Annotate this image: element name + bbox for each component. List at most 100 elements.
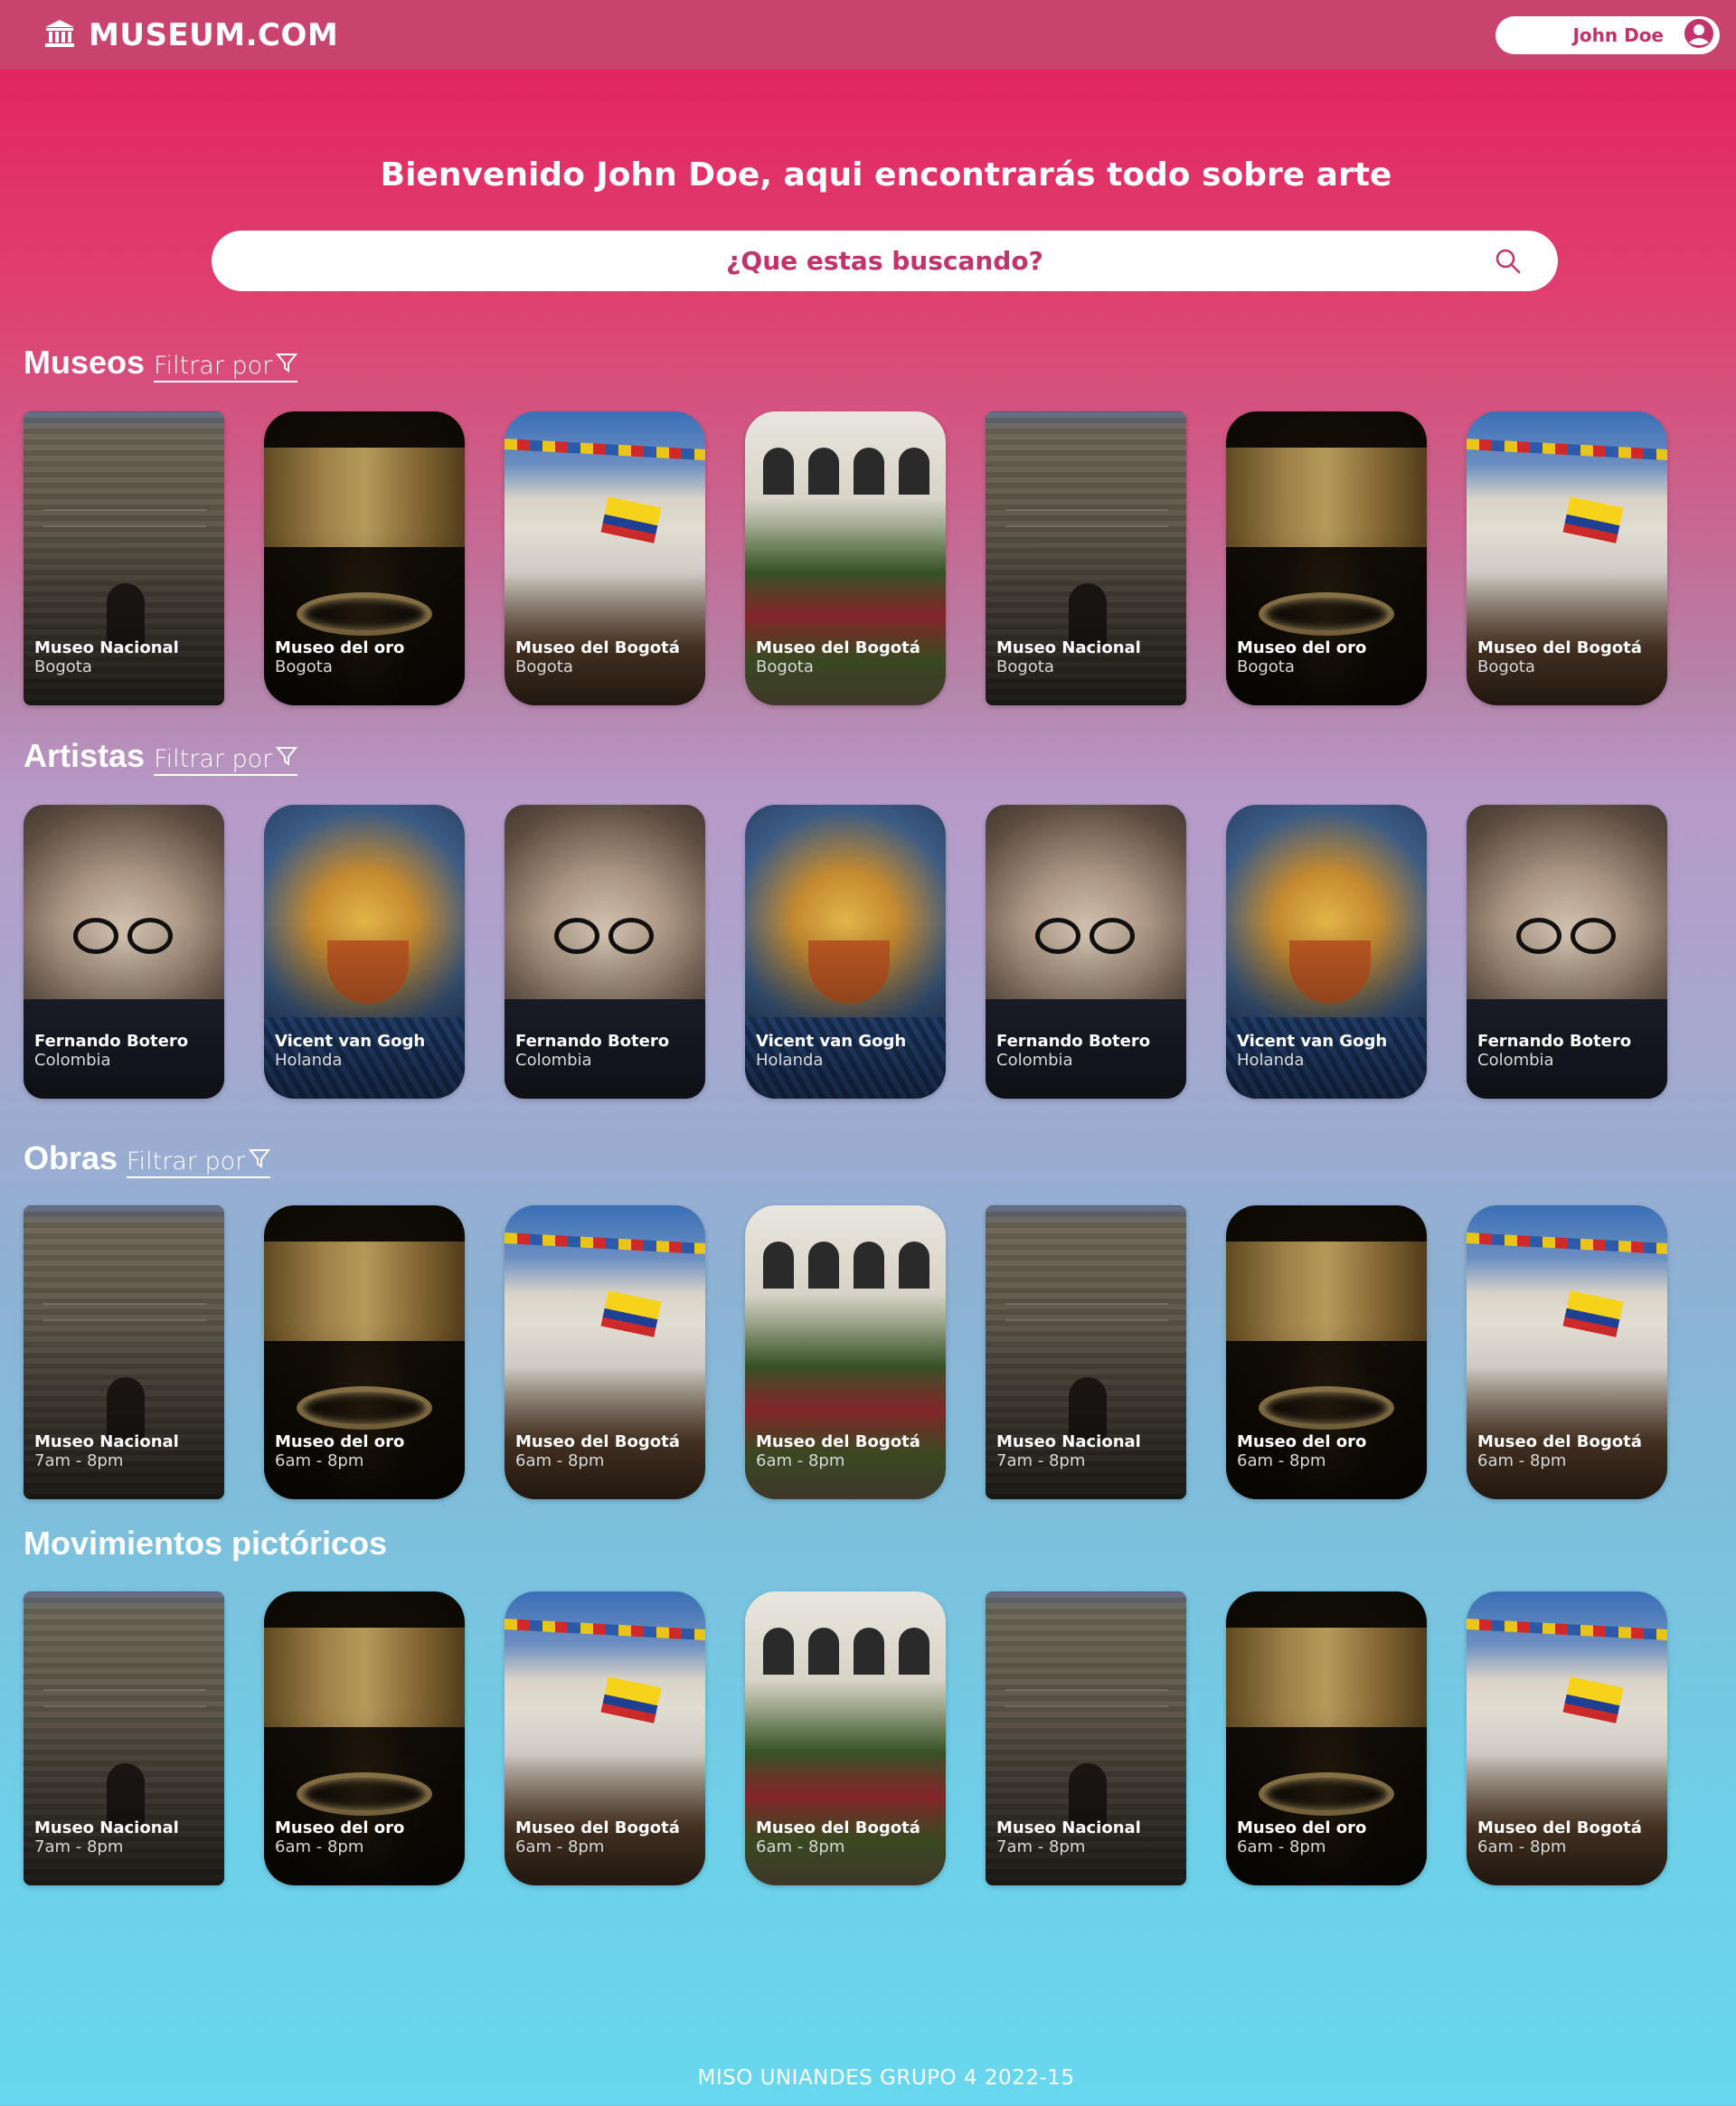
card-subtitle: Bogota (34, 657, 92, 676)
card-subtitle: 6am - 8pm (1237, 1837, 1326, 1856)
card-subtitle: 6am - 8pm (1477, 1451, 1567, 1470)
card-title: Vicent van Gogh (756, 1032, 907, 1051)
card-title: Museo del Bogotá (515, 1818, 680, 1837)
card-subtitle: 6am - 8pm (1477, 1837, 1567, 1856)
filter-icon (276, 745, 298, 773)
card-title: Fernando Botero (996, 1032, 1151, 1051)
card-subtitle: Bogota (275, 657, 333, 676)
card-artwork[interactable]: Museo del Bogotá 6am - 8pm (1467, 1205, 1667, 1499)
brand-logo[interactable]: MUSEUM.COM (43, 17, 338, 53)
card-title: Museo Nacional (34, 1818, 179, 1837)
filter-button[interactable]: Filtrar por (154, 745, 298, 776)
filter-button[interactable]: Filtrar por (127, 1147, 271, 1178)
card-title: Museo Nacional (34, 1432, 179, 1451)
filter-label: Filtrar por (154, 352, 273, 380)
card-museum[interactable]: Museo Nacional Bogota (986, 411, 1186, 705)
card-title: Museo del oro (275, 1818, 405, 1837)
card-movement[interactable]: Museo del Bogotá 6am - 8pm (1467, 1591, 1667, 1885)
artistas-row: Fernando Botero Colombia Vicent van Gogh H… (24, 805, 1667, 1099)
card-title: Museo Nacional (996, 1432, 1141, 1451)
card-subtitle: Colombia (1477, 1051, 1554, 1070)
filter-icon (249, 1147, 271, 1176)
card-museum[interactable]: Museo del Bogotá Bogota (505, 411, 705, 705)
card-museum[interactable]: Museo del oro Bogota (264, 411, 465, 705)
card-museum[interactable]: Museo del oro Bogota (1226, 411, 1427, 705)
card-subtitle: 7am - 8pm (996, 1837, 1086, 1856)
card-movement[interactable]: Museo Nacional 7am - 8pm (24, 1591, 224, 1885)
section-obras-header: Obras Filtrar por (24, 1139, 271, 1178)
card-title: Vicent van Gogh (1237, 1032, 1388, 1051)
card-subtitle: Bogota (515, 657, 573, 676)
card-title: Vicent van Gogh (275, 1032, 426, 1051)
card-title: Museo del Bogotá (515, 638, 680, 657)
card-subtitle: 7am - 8pm (34, 1451, 124, 1470)
movimientos-row: Museo Nacional 7am - 8pm Museo del oro 6am… (24, 1591, 1667, 1885)
card-subtitle: 7am - 8pm (996, 1451, 1086, 1470)
card-artist[interactable]: Vicent van Gogh Holanda (745, 805, 946, 1099)
card-subtitle: 6am - 8pm (275, 1837, 364, 1856)
section-title: Artistas (24, 737, 146, 774)
card-subtitle: Holanda (756, 1051, 824, 1070)
card-movement[interactable]: Museo del Bogotá 6am - 8pm (745, 1591, 946, 1885)
card-title: Museo del Bogotá (1477, 1432, 1642, 1451)
card-title: Fernando Botero (34, 1032, 189, 1051)
card-subtitle: Holanda (1237, 1051, 1305, 1070)
card-subtitle: 7am - 8pm (34, 1837, 124, 1856)
search-input[interactable]: ¿Que estas buscando? (726, 246, 1043, 276)
card-subtitle: Colombia (34, 1051, 111, 1070)
card-artist[interactable]: Fernando Botero Colombia (986, 805, 1186, 1099)
card-title: Museo del oro (1237, 638, 1367, 657)
card-movement[interactable]: Museo Nacional 7am - 8pm (986, 1591, 1186, 1885)
welcome-heading: Bienvenido John Doe, aqui encontrarás to… (380, 156, 1392, 194)
card-artwork[interactable]: Museo del oro 6am - 8pm (1226, 1205, 1427, 1499)
card-title: Fernando Botero (515, 1032, 670, 1051)
card-museum[interactable]: Museo Nacional Bogota (24, 411, 224, 705)
card-museum[interactable]: Museo del Bogotá Bogota (1467, 411, 1667, 705)
card-museum[interactable]: Museo del Bogotá Bogota (745, 411, 946, 705)
card-artwork[interactable]: Museo Nacional 7am - 8pm (24, 1205, 224, 1499)
search-icon[interactable] (1495, 248, 1522, 279)
card-subtitle: 6am - 8pm (515, 1451, 605, 1470)
card-title: Museo Nacional (34, 638, 179, 657)
card-subtitle: Bogota (1237, 657, 1295, 676)
section-title: Obras (24, 1139, 118, 1176)
card-artwork[interactable]: Museo del Bogotá 6am - 8pm (505, 1205, 705, 1499)
filter-icon (276, 352, 298, 380)
card-artwork[interactable]: Museo Nacional 7am - 8pm (986, 1205, 1186, 1499)
card-artist[interactable]: Vicent van Gogh Holanda (1226, 805, 1427, 1099)
search-bar[interactable]: ¿Que estas buscando? (212, 231, 1558, 291)
section-artistas-header: Artistas Filtrar por (24, 737, 298, 776)
card-movement[interactable]: Museo del Bogotá 6am - 8pm (505, 1591, 705, 1885)
card-artwork[interactable]: Museo del Bogotá 6am - 8pm (745, 1205, 946, 1499)
card-movement[interactable]: Museo del oro 6am - 8pm (264, 1591, 465, 1885)
card-subtitle: 6am - 8pm (756, 1451, 845, 1470)
filter-button[interactable]: Filtrar por (154, 352, 298, 382)
card-artist[interactable]: Fernando Botero Colombia (505, 805, 705, 1099)
card-title: Museo del oro (1237, 1818, 1367, 1837)
card-title: Museo del oro (1237, 1432, 1367, 1451)
card-artist[interactable]: Vicent van Gogh Holanda (264, 805, 465, 1099)
card-subtitle: Bogota (756, 657, 814, 676)
obras-row: Museo Nacional 7am - 8pm Museo del oro 6am… (24, 1205, 1667, 1499)
card-subtitle: Bogota (996, 657, 1054, 676)
user-avatar-icon (1684, 18, 1714, 52)
section-title: Museos (24, 344, 146, 381)
card-movement[interactable]: Museo del oro 6am - 8pm (1226, 1591, 1427, 1885)
card-artist[interactable]: Fernando Botero Colombia (24, 805, 224, 1099)
card-artist[interactable]: Fernando Botero Colombia (1467, 805, 1667, 1099)
card-artwork[interactable]: Museo del oro 6am - 8pm (264, 1205, 465, 1499)
card-title: Fernando Botero (1477, 1032, 1632, 1051)
user-name: John Doe (1572, 24, 1664, 46)
card-title: Museo del Bogotá (1477, 1818, 1642, 1837)
user-menu-button[interactable]: John Doe (1495, 15, 1720, 54)
card-title: Museo del Bogotá (756, 1432, 920, 1451)
brand-name: MUSEUM.COM (89, 16, 339, 53)
card-title: Museo Nacional (996, 638, 1141, 657)
card-title: Museo del oro (275, 638, 405, 657)
card-subtitle: Holanda (275, 1051, 343, 1070)
card-subtitle: Colombia (996, 1051, 1073, 1070)
card-subtitle: 6am - 8pm (756, 1837, 845, 1856)
section-title: Movimientos pictóricos (24, 1525, 388, 1562)
card-title: Museo Nacional (996, 1818, 1141, 1837)
filter-label: Filtrar por (154, 745, 273, 773)
